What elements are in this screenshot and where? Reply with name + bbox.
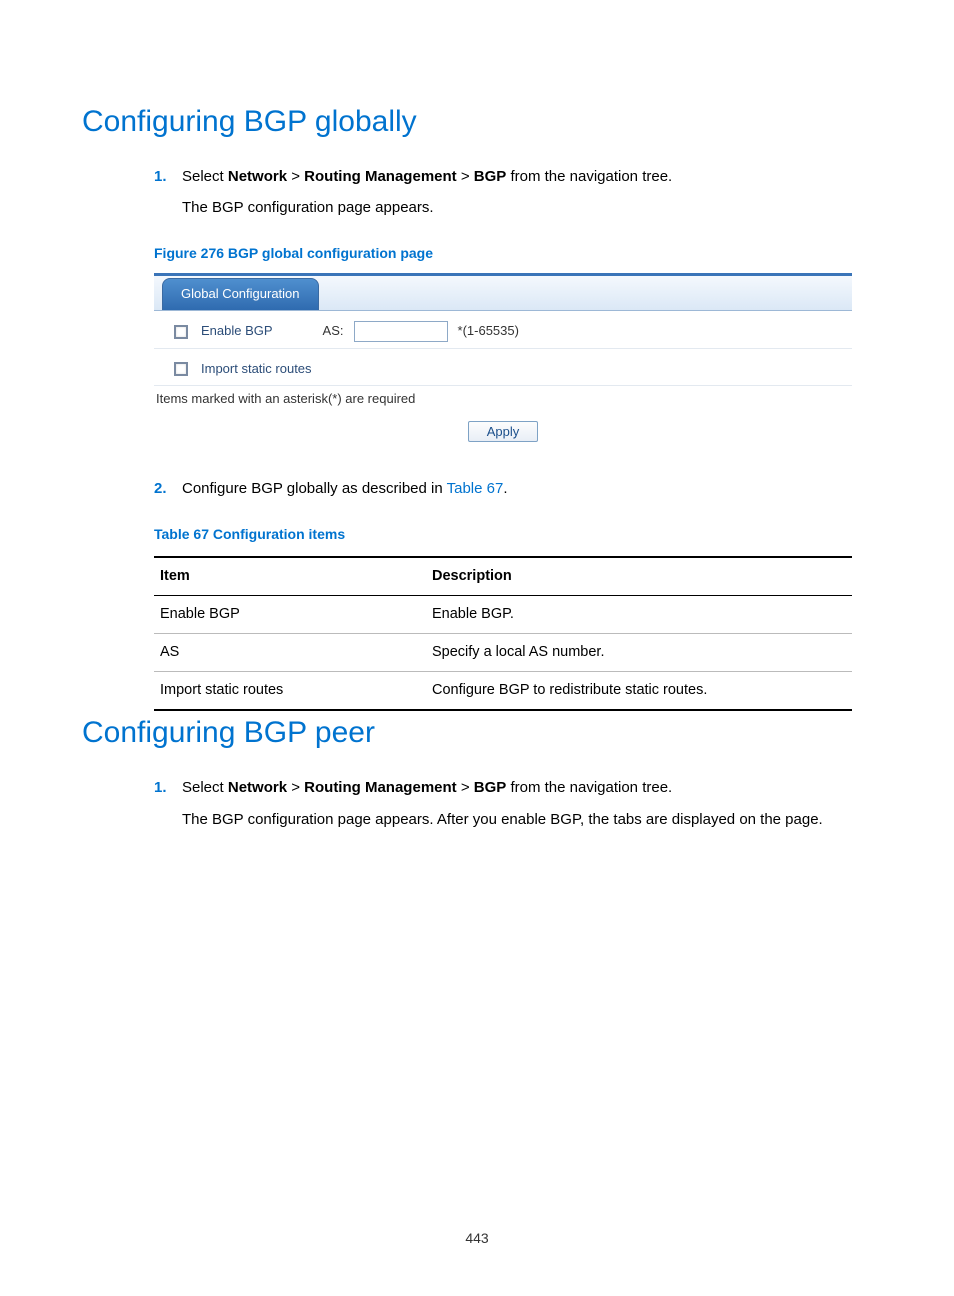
- heading-configuring-bgp-globally: Configuring BGP globally: [82, 100, 872, 144]
- enable-bgp-label: Enable BGP: [201, 322, 273, 341]
- heading-configuring-bgp-peer: Configuring BGP peer: [82, 711, 872, 755]
- row-import-static: Import static routes: [154, 349, 852, 386]
- required-note: Items marked with an asterisk(*) are req…: [154, 386, 852, 415]
- nav-bgp: BGP: [474, 168, 507, 185]
- step-body: Select Network > Routing Management > BG…: [182, 166, 872, 220]
- step-sub: The BGP configuration page appears. Afte…: [182, 809, 872, 831]
- tabs-row: Global Configuration: [154, 276, 852, 311]
- step-body: Select Network > Routing Management > BG…: [182, 777, 872, 831]
- apply-button[interactable]: Apply: [468, 421, 539, 442]
- cell-item: AS: [154, 634, 426, 672]
- step-1: 1. Select Network > Routing Management >…: [154, 166, 872, 220]
- step-sub: The BGP configuration page appears.: [182, 197, 872, 219]
- apply-row: Apply: [154, 415, 852, 456]
- text: from the navigation tree.: [506, 168, 672, 185]
- cell-item: Enable BGP: [154, 596, 426, 634]
- step-number: 1.: [154, 166, 182, 188]
- nav-bgp: BGP: [474, 779, 507, 796]
- text: Configure BGP globally as described in: [182, 480, 447, 497]
- text: .: [503, 480, 507, 497]
- sep: >: [287, 168, 304, 185]
- cell-item: Import static routes: [154, 672, 426, 711]
- enable-bgp-checkbox[interactable]: [174, 325, 188, 339]
- table-row: Enable BGP Enable BGP.: [154, 596, 852, 634]
- table-caption: Table 67 Configuration items: [154, 524, 872, 544]
- import-static-label: Import static routes: [201, 360, 312, 379]
- as-label: AS:: [323, 322, 344, 341]
- as-input[interactable]: [354, 321, 448, 342]
- tab-global-configuration[interactable]: Global Configuration: [162, 278, 319, 310]
- table-67: Item Description Enable BGP Enable BGP. …: [154, 556, 852, 711]
- import-static-checkbox[interactable]: [174, 362, 188, 376]
- table-row: AS Specify a local AS number.: [154, 634, 852, 672]
- th-item: Item: [154, 557, 426, 596]
- steps-section1: 1. Select Network > Routing Management >…: [154, 166, 872, 220]
- text: from the navigation tree.: [506, 779, 672, 796]
- sep: >: [287, 779, 304, 796]
- bgp-config-figure: Global Configuration Enable BGP AS: *(1-…: [154, 273, 852, 456]
- nav-routing-management: Routing Management: [304, 779, 457, 796]
- as-hint: *(1-65535): [458, 322, 519, 341]
- sep: >: [457, 168, 474, 185]
- page: Configuring BGP globally 1. Select Netwo…: [0, 0, 954, 1296]
- row-enable-as: Enable BGP AS: *(1-65535): [154, 311, 852, 349]
- steps-section1b: 2. Configure BGP globally as described i…: [154, 478, 872, 500]
- page-number: 443: [0, 1228, 954, 1248]
- step-2: 2. Configure BGP globally as described i…: [154, 478, 872, 500]
- figure-caption: Figure 276 BGP global configuration page: [154, 243, 872, 263]
- steps-section2: 1. Select Network > Routing Management >…: [154, 777, 872, 831]
- step-1-peer: 1. Select Network > Routing Management >…: [154, 777, 872, 831]
- step-number: 1.: [154, 777, 182, 799]
- nav-network: Network: [228, 168, 287, 185]
- link-table-67[interactable]: Table 67: [447, 480, 504, 497]
- text: Select: [182, 779, 228, 796]
- cell-desc: Enable BGP.: [426, 596, 852, 634]
- th-description: Description: [426, 557, 852, 596]
- cell-desc: Configure BGP to redistribute static rou…: [426, 672, 852, 711]
- step-body: Configure BGP globally as described in T…: [182, 478, 872, 500]
- nav-routing-management: Routing Management: [304, 168, 457, 185]
- sep: >: [457, 779, 474, 796]
- cell-desc: Specify a local AS number.: [426, 634, 852, 672]
- text: Select: [182, 168, 228, 185]
- table-row: Import static routes Configure BGP to re…: [154, 672, 852, 711]
- nav-network: Network: [228, 779, 287, 796]
- step-number: 2.: [154, 478, 182, 500]
